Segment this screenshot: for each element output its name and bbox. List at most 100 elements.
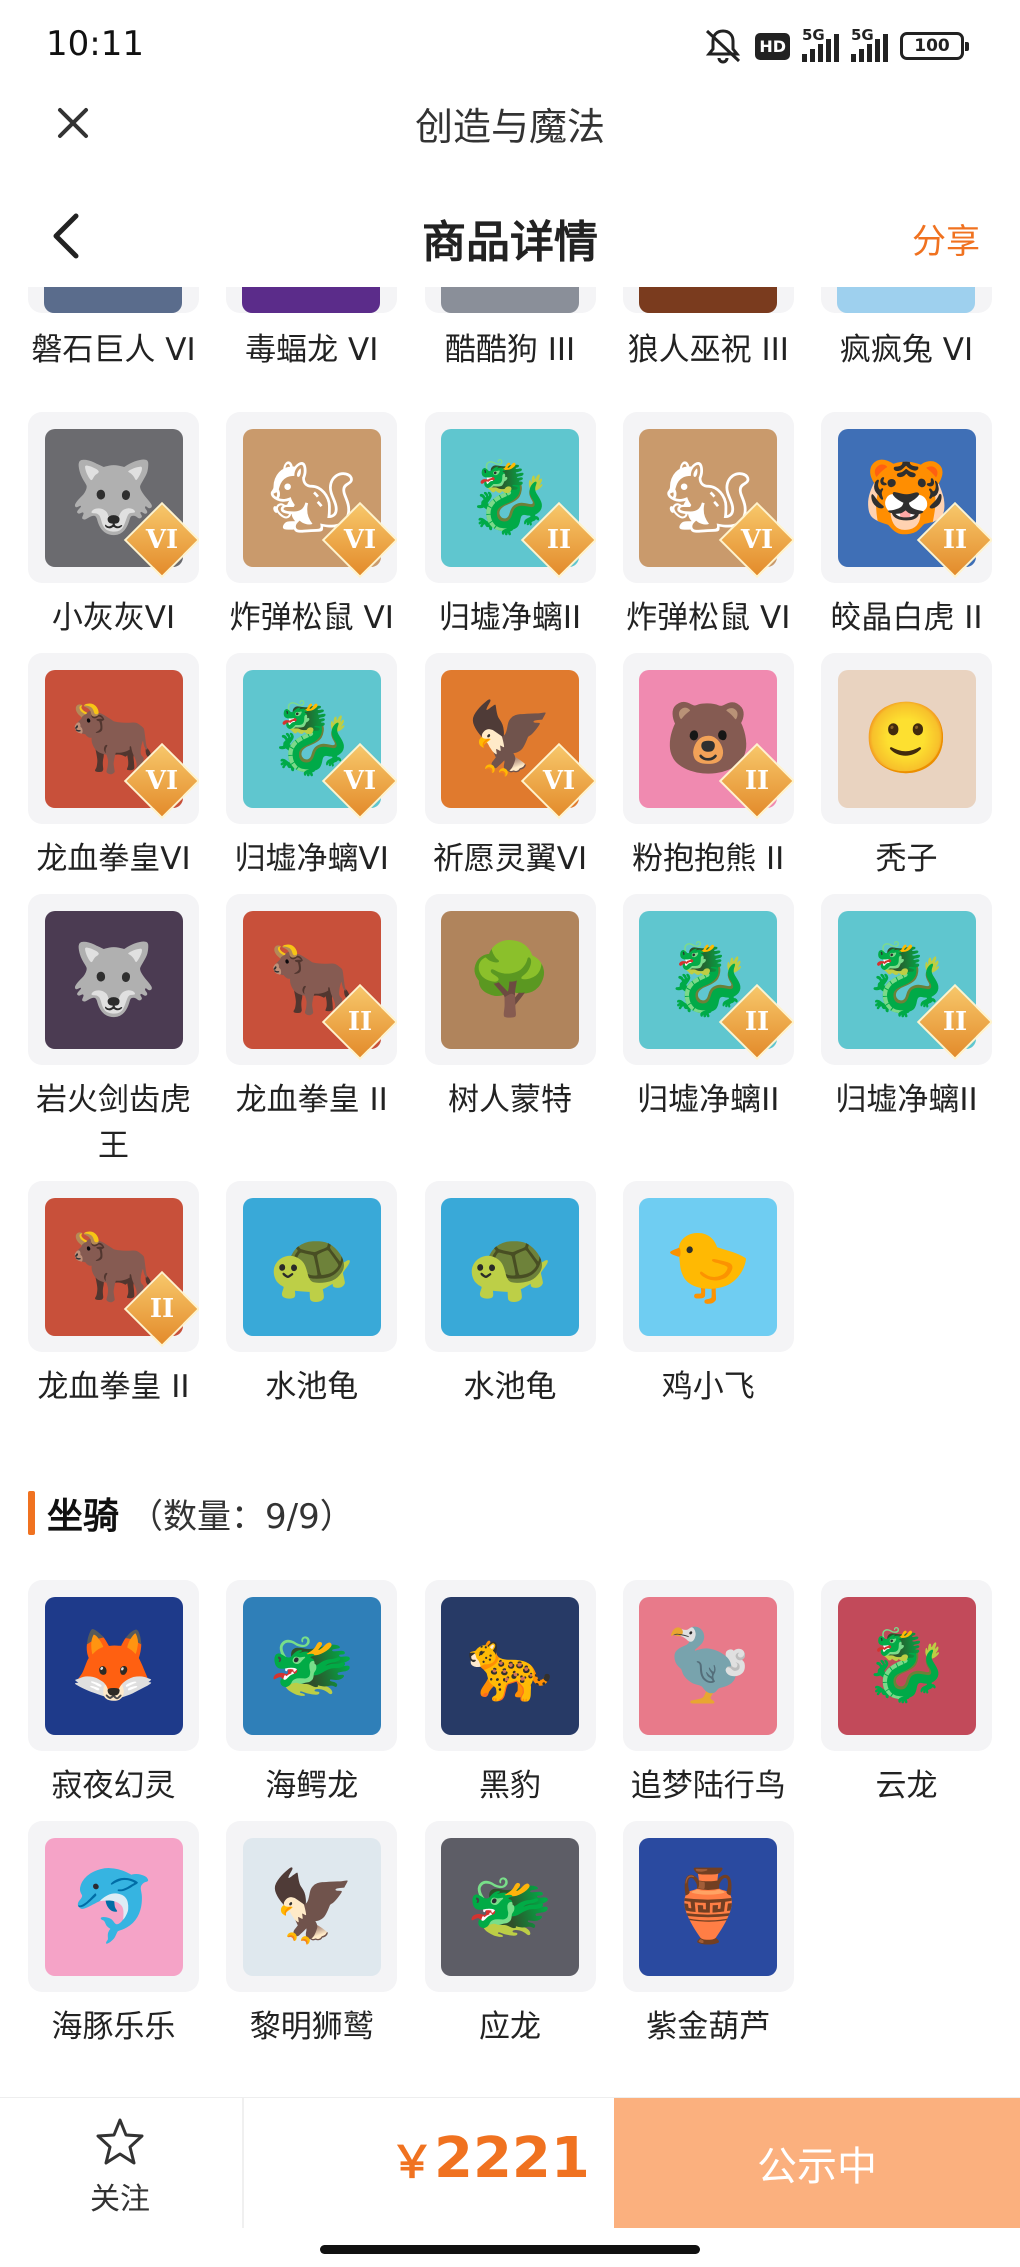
item-thumb[interactable]: 🐢: [424, 1181, 596, 1352]
item-thumb[interactable]: 🦤: [622, 1580, 794, 1751]
tier-label: VI: [542, 766, 575, 796]
mounts-section-header: 坐骑 （数量：9/9）: [28, 1489, 354, 1537]
item-name: 归墟净螭II: [835, 1082, 978, 1118]
item-thumb[interactable]: 🐂 II: [226, 894, 398, 1065]
item-thumb[interactable]: [226, 287, 397, 313]
page-title: 商品详情: [422, 217, 598, 268]
item-image: 🐆: [441, 1596, 579, 1735]
item-thumb[interactable]: [623, 287, 794, 313]
item-card[interactable]: 🦅 黎明狮鹫: [226, 1821, 398, 2050]
item-card[interactable]: 🏺 紫金葫芦: [622, 1821, 794, 2050]
item-thumb[interactable]: 🏺: [622, 1821, 794, 1992]
item-thumb[interactable]: 🐉 II: [821, 894, 992, 1065]
item-card[interactable]: 🙂 秃子: [821, 653, 992, 882]
item-card[interactable]: 🐉 II 归墟净螭II: [622, 894, 794, 1169]
item-thumb[interactable]: 🐺 VI: [28, 412, 199, 583]
item-thumb[interactable]: [425, 287, 596, 313]
item-thumb[interactable]: 🐿 VI: [226, 412, 398, 583]
item-thumb[interactable]: 🐤: [622, 1181, 794, 1352]
item-card[interactable]: 🐉 云龙: [821, 1580, 992, 1809]
item-image: [242, 287, 380, 313]
item-thumb[interactable]: 🦅: [226, 1821, 398, 1992]
item-card[interactable]: 🐂 II 龙血拳皇 II: [226, 894, 398, 1169]
item-card[interactable]: 🐤 鸡小飞: [622, 1181, 794, 1410]
item-card[interactable]: 🦊 寂夜幻灵: [28, 1580, 199, 1809]
item-thumb[interactable]: 🐬: [28, 1821, 199, 1992]
item-thumb[interactable]: 🐂 VI: [28, 653, 199, 824]
item-card[interactable]: 🐲 海鳄龙: [226, 1580, 398, 1809]
item-card[interactable]: 🐿 VI 炸弹松鼠 VI: [622, 412, 794, 641]
item-card[interactable]: 🐉 VI 归墟净螭VI: [226, 653, 398, 882]
item-name: 龙血拳皇VI: [36, 841, 191, 877]
price: ￥2221: [390, 2126, 590, 2191]
item-image: [639, 287, 777, 313]
item-card[interactable]: 🌳 树人蒙特: [424, 894, 596, 1169]
item-thumb[interactable]: 🐲: [424, 1821, 596, 1992]
item-card[interactable]: 🐿 VI 炸弹松鼠 VI: [226, 412, 398, 641]
item-name: 毒蝠龙 VI: [245, 332, 379, 368]
item-thumb[interactable]: 🐉 II: [424, 412, 596, 583]
section-count: （数量：9/9）: [129, 1496, 354, 1537]
item-card[interactable]: 🐲 应龙: [424, 1821, 596, 2050]
item-thumb[interactable]: 🐢: [226, 1181, 398, 1352]
home-indicator: [320, 2245, 700, 2254]
item-name: 海豚乐乐: [51, 2009, 176, 2045]
item-card[interactable]: 🐉 II 归墟净螭II: [821, 894, 992, 1169]
item-thumb[interactable]: [821, 287, 992, 313]
item-name: 炸弹松鼠 VI: [229, 600, 394, 636]
item-thumb[interactable]: 🐆: [424, 1580, 596, 1751]
item-card[interactable]: 🐻 II 粉抱抱熊 II: [622, 653, 794, 882]
item-thumb[interactable]: 🦊: [28, 1580, 199, 1751]
bottom-action-bar: 关注 ￥2221 公示中: [0, 2097, 1020, 2228]
item-image: 🌳: [441, 910, 579, 1049]
item-thumb[interactable]: 🌳: [424, 894, 596, 1065]
signal-icon: 5G: [802, 26, 839, 62]
item-thumb[interactable]: 🐉 II: [622, 894, 794, 1065]
item-card[interactable]: 🐉 II 归墟净螭II: [424, 412, 596, 641]
item-image: 🐬: [44, 1837, 183, 1976]
tier-label: VI: [344, 766, 377, 796]
tier-label: VI: [145, 525, 179, 555]
item-thumb[interactable]: 🐺: [28, 894, 199, 1065]
item-thumb[interactable]: 🐯 II: [821, 412, 992, 583]
item-thumb[interactable]: 🐲: [226, 1580, 398, 1751]
item-thumb[interactable]: 🙂: [821, 653, 992, 824]
item-card[interactable]: 🐂 VI 龙血拳皇VI: [28, 653, 199, 882]
item-card[interactable]: 🦤 追梦陆行鸟: [622, 1580, 794, 1809]
item-image: 🦤: [639, 1596, 778, 1735]
item-name: 岩火剑齿虎王: [36, 1082, 191, 1164]
item-thumb[interactable]: 🐉 VI: [226, 653, 398, 824]
mute-icon: [706, 29, 741, 64]
follow-button[interactable]: 关注: [60, 2116, 180, 2226]
item-name: 鸡小飞: [661, 1369, 755, 1405]
item-name: 小灰灰VI: [51, 600, 176, 636]
item-thumb[interactable]: 🐂 II: [28, 1181, 199, 1352]
item-thumb[interactable]: 🦅 VI: [424, 653, 596, 824]
item-card[interactable]: 🐺 岩火剑齿虎王: [28, 894, 199, 1169]
product-content[interactable]: 磐石巨人 VI 毒蝠龙 VI 酷酷狗 III 狼人巫祝 III 疯疯兔 VI 🐺…: [0, 287, 1020, 2097]
item-name: 海鳄龙: [265, 1768, 359, 1804]
item-card[interactable]: 🦅 VI 祈愿灵翼VI: [424, 653, 596, 882]
item-name: 龙血拳皇 II: [37, 1369, 190, 1405]
item-thumb[interactable]: [28, 287, 199, 313]
item-card[interactable]: 🐂 II 龙血拳皇 II: [28, 1181, 199, 1410]
star-icon: [96, 2118, 144, 2165]
price-symbol: ￥: [390, 2137, 434, 2188]
tier-label: II: [546, 525, 571, 555]
share-button[interactable]: 分享: [912, 214, 980, 263]
tier-label: II: [942, 1007, 968, 1037]
item-thumb[interactable]: 🐿 VI: [622, 412, 794, 583]
status-button[interactable]: 公示中: [614, 2098, 1020, 2228]
item-card[interactable]: 🐢 水池龟: [226, 1181, 398, 1410]
tier-label: II: [744, 1007, 769, 1037]
item-card[interactable]: 🐢 水池龟: [424, 1181, 596, 1410]
item-card[interactable]: 🐺 VI 小灰灰VI: [28, 412, 199, 641]
item-image: 🐲: [242, 1596, 381, 1735]
partial-row-labels: 磐石巨人 VI 毒蝠龙 VI 酷酷狗 III 狼人巫祝 III 疯疯兔 VI: [28, 327, 992, 373]
follow-label: 关注: [90, 2182, 150, 2217]
item-card[interactable]: 🐬 海豚乐乐: [28, 1821, 199, 2050]
item-thumb[interactable]: 🐻 II: [622, 653, 794, 824]
item-card[interactable]: 🐯 II 皎晶白虎 II: [821, 412, 992, 641]
item-card[interactable]: 🐆 黑豹: [424, 1580, 596, 1809]
item-thumb[interactable]: 🐉: [821, 1580, 992, 1751]
